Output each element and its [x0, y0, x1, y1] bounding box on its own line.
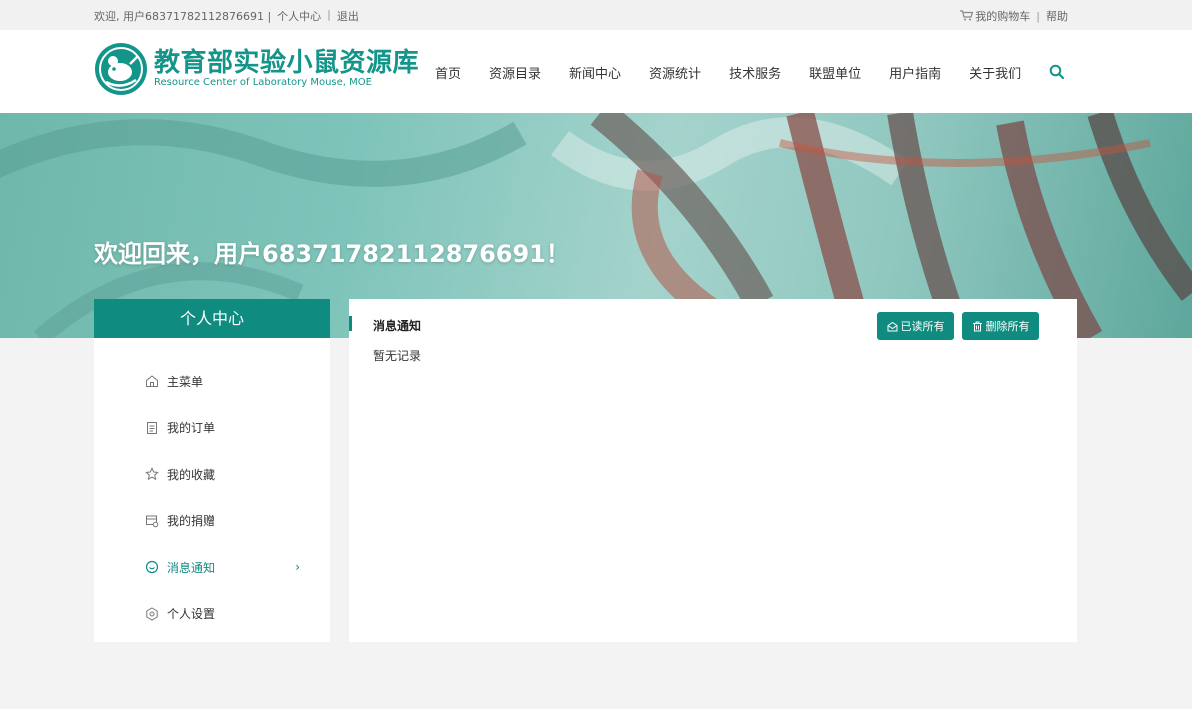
- sidebar-item-settings[interactable]: 个人设置: [94, 591, 330, 638]
- sidebar-title: 个人中心: [94, 299, 330, 338]
- sidebar-item-label: 我的捐赠: [167, 514, 216, 529]
- mark-all-read-button[interactable]: 已读所有: [877, 312, 954, 340]
- top-utility-bar: 欢迎, 用户68371782112876691 | 个人中心 | 退出 我的购物…: [0, 0, 1192, 30]
- settings-icon: [146, 607, 158, 621]
- delete-all-label: 删除所有: [985, 320, 1030, 333]
- message-icon: [145, 561, 159, 574]
- main-nav: 首页 资源目录 新闻中心 资源统计 技术服务 联盟单位 用户指南 关于我们: [421, 63, 1035, 82]
- welcome-heading: 欢迎回来，用户68371782112876691！: [94, 240, 570, 268]
- title-accent-bar: [349, 316, 352, 331]
- site-header: 教育部实验小鼠资源库 Resource Center of Laboratory…: [0, 30, 1192, 113]
- panel-title: 消息通知: [373, 319, 422, 333]
- notifications-panel: 消息通知 暂无记录 已读所有 删除所有: [349, 299, 1077, 642]
- greeting-text: 欢迎, 用户68371782112876691 |: [94, 10, 272, 23]
- cart-link[interactable]: 我的购物车: [960, 8, 1030, 24]
- delete-all-button[interactable]: 删除所有: [962, 312, 1039, 340]
- sidebar-item-label: 消息通知: [167, 560, 216, 575]
- sidebar-item-label: 我的收藏: [167, 467, 216, 482]
- sidebar-menu: 主菜单 我的订单 我的收藏 我的捐赠 消息通知 › 个人设置: [94, 358, 330, 637]
- nav-item-alliance[interactable]: 联盟单位: [795, 63, 875, 82]
- sidebar-item-orders[interactable]: 我的订单: [94, 405, 330, 452]
- sidebar-item-favorites[interactable]: 我的收藏: [94, 451, 330, 498]
- mark-all-read-label: 已读所有: [900, 320, 945, 333]
- home-icon: [146, 375, 158, 388]
- nav-item-services[interactable]: 技术服务: [715, 63, 795, 82]
- divider: |: [327, 8, 331, 21]
- cart-label: 我的购物车: [975, 10, 1031, 23]
- sidebar: 个人中心 主菜单 我的订单 我的收藏 我的捐赠 消息通知 › 个人设置: [94, 299, 330, 642]
- nav-item-statistics[interactable]: 资源统计: [635, 63, 715, 82]
- nav-item-home[interactable]: 首页: [421, 63, 475, 82]
- sidebar-item-label: 我的订单: [167, 421, 216, 436]
- site-logo[interactable]: 教育部实验小鼠资源库 Resource Center of Laboratory…: [94, 42, 419, 96]
- cart-icon: [960, 10, 974, 21]
- logo-title-en: Resource Center of Laboratory Mouse, MOE: [154, 77, 372, 88]
- divider: |: [1036, 9, 1040, 23]
- star-icon: [145, 467, 159, 481]
- nav-item-news[interactable]: 新闻中心: [555, 63, 635, 82]
- empty-state-text: 暂无记录: [373, 349, 422, 363]
- sidebar-item-donations[interactable]: 我的捐赠: [94, 498, 330, 545]
- sidebar-item-main-menu[interactable]: 主菜单: [94, 358, 330, 405]
- order-icon: [147, 421, 157, 434]
- envelope-open-icon: [887, 321, 897, 331]
- help-link[interactable]: 帮助: [1046, 8, 1068, 24]
- donation-icon: [146, 515, 159, 528]
- sidebar-item-notifications[interactable]: 消息通知 ›: [94, 544, 330, 591]
- search-icon[interactable]: [1049, 64, 1065, 80]
- logout-link[interactable]: 退出: [337, 8, 359, 24]
- sidebar-item-label: 主菜单: [167, 374, 204, 389]
- mouse-logo-icon: [95, 43, 147, 95]
- chevron-right-icon: ›: [295, 560, 300, 575]
- logo-title-cn: 教育部实验小鼠资源库: [154, 48, 420, 78]
- nav-item-about[interactable]: 关于我们: [955, 63, 1035, 82]
- nav-item-guide[interactable]: 用户指南: [875, 63, 955, 82]
- sidebar-item-label: 个人设置: [167, 607, 216, 622]
- trash-icon: [972, 321, 982, 331]
- personal-center-link[interactable]: 个人中心: [277, 8, 321, 24]
- nav-item-catalog[interactable]: 资源目录: [475, 63, 555, 82]
